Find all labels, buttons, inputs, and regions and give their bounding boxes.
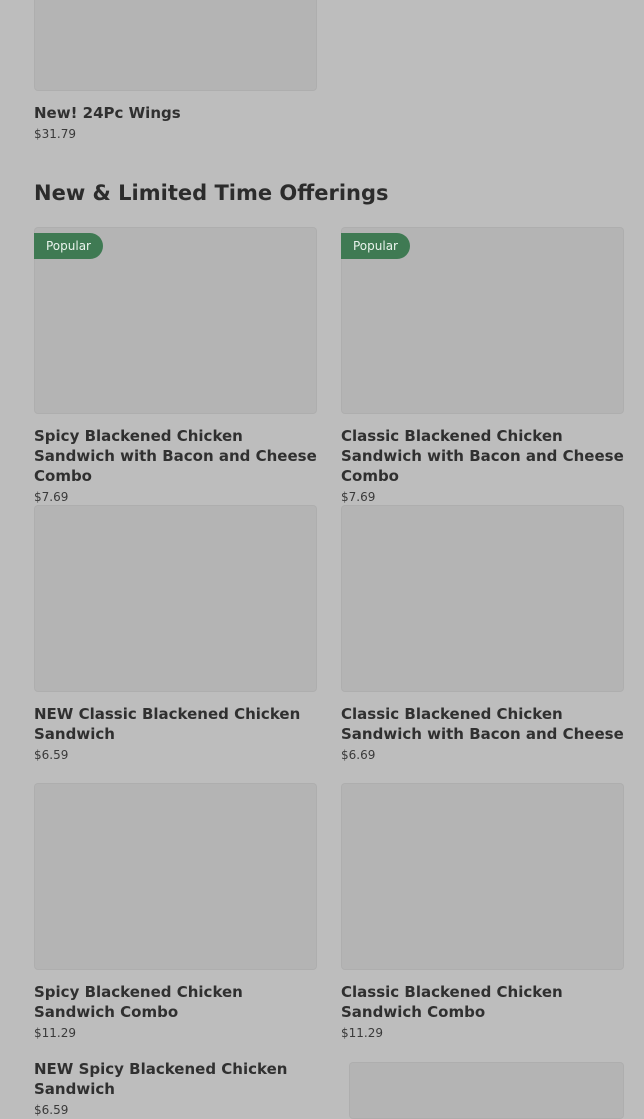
- section-title: New & Limited Time Offerings: [34, 181, 389, 205]
- menu-item-price: $6.59: [34, 1103, 69, 1117]
- menu-item-price: $7.69: [341, 490, 376, 504]
- menu-item-image[interactable]: [34, 783, 317, 970]
- menu-item-name: Classic Blackened Chicken Sandwich Combo: [341, 983, 563, 1021]
- menu-item-card[interactable]: Classic Blackened Chicken Sandwich with …: [341, 505, 624, 763]
- menu-item-image[interactable]: [341, 505, 624, 692]
- menu-item-name: Spicy Blackened Chicken Sandwich Combo: [34, 983, 243, 1021]
- menu-item-image[interactable]: [34, 0, 317, 91]
- menu-item-price: $31.79: [34, 127, 76, 141]
- menu-item-name: Classic Blackened Chicken Sandwich with …: [341, 705, 624, 743]
- menu-page: New! 24Pc Wings $31.79 New & Limited Tim…: [0, 0, 644, 1119]
- menu-item-card[interactable]: New! 24Pc Wings $31.79: [34, 0, 317, 142]
- menu-item-card[interactable]: Popular Spicy Blackened Chicken Sandwich…: [34, 227, 317, 505]
- menu-item-image[interactable]: Popular: [34, 227, 317, 414]
- menu-item-price: $6.69: [341, 748, 376, 762]
- menu-item-name: Classic Blackened Chicken Sandwich with …: [341, 427, 624, 485]
- menu-item-price: $7.69: [34, 490, 69, 504]
- popular-badge: Popular: [341, 233, 410, 259]
- menu-item-card[interactable]: Popular Classic Blackened Chicken Sandwi…: [341, 227, 624, 505]
- menu-item-image[interactable]: Popular: [341, 227, 624, 414]
- popular-badge: Popular: [34, 233, 103, 259]
- menu-item-name: Spicy Blackened Chicken Sandwich with Ba…: [34, 427, 317, 485]
- menu-item-card[interactable]: Spicy Blackened Chicken Sandwich Combo $…: [34, 783, 317, 1041]
- menu-item-name: NEW Classic Blackened Chicken Sandwich: [34, 705, 301, 743]
- menu-item-card[interactable]: NEW Classic Blackened Chicken Sandwich $…: [34, 505, 317, 763]
- menu-item-card[interactable]: NEW Spicy Blackened Chicken Sandwich $6.…: [34, 1059, 317, 1118]
- menu-item-image[interactable]: [341, 783, 624, 970]
- menu-item-card[interactable]: Classic Blackened Chicken Sandwich Combo…: [341, 783, 624, 1041]
- menu-item-name: NEW Spicy Blackened Chicken Sandwich: [34, 1060, 288, 1098]
- menu-item-price: $6.59: [34, 748, 69, 762]
- menu-item-name: New! 24Pc Wings: [34, 104, 181, 122]
- menu-item-price: $11.29: [34, 1026, 76, 1040]
- menu-item-price: $11.29: [341, 1026, 383, 1040]
- menu-item-card[interactable]: [349, 1062, 624, 1119]
- menu-item-image[interactable]: [349, 1062, 624, 1119]
- menu-item-image[interactable]: [34, 505, 317, 692]
